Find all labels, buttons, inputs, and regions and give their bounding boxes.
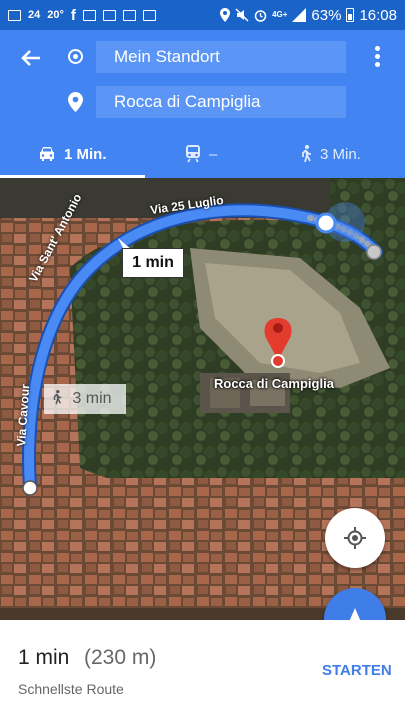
more-dot xyxy=(374,62,380,67)
car-time: 1 Min. xyxy=(64,145,107,163)
tab-car[interactable]: 1 Min. xyxy=(38,130,107,178)
gmail-icon xyxy=(82,9,96,21)
more-options-button[interactable] xyxy=(367,44,387,70)
clock: 16:08 xyxy=(359,6,397,24)
calendar-day: 24 xyxy=(28,8,41,21)
start-button[interactable]: STARTEN xyxy=(322,662,392,679)
walk-chip-label: 3 min xyxy=(72,390,112,407)
route-duration: 1 min xyxy=(18,646,70,669)
destination-pin-icon xyxy=(68,92,83,112)
back-arrow-icon xyxy=(21,50,40,66)
temperature: 20° xyxy=(47,8,64,21)
briefcase-icon xyxy=(142,9,156,21)
place-label: Rocca di Campiglia xyxy=(214,376,334,391)
origin-dot-icon xyxy=(68,49,83,64)
status-bar: 24 20° f 4G+ 63% 16:08 xyxy=(0,0,405,30)
origin-field[interactable]: Mein Standort xyxy=(96,41,346,73)
alarm-icon xyxy=(254,9,267,22)
facebook-icon: f xyxy=(70,6,76,24)
walk-icon xyxy=(53,390,62,405)
battery-icon xyxy=(346,8,355,22)
mail-icon xyxy=(8,9,21,21)
walk-icon xyxy=(302,145,311,163)
maps-screen: 24 20° f 4G+ 63% 16:08 Mein Standort Roc… xyxy=(0,0,405,720)
back-button[interactable] xyxy=(14,44,48,72)
train-icon xyxy=(186,145,200,163)
walk-time: 3 Min. xyxy=(320,145,361,163)
location-icon xyxy=(220,8,231,22)
gmail-icon xyxy=(122,9,136,21)
my-location-button[interactable] xyxy=(325,508,385,568)
more-dot xyxy=(374,46,380,51)
battery-percent: 63% xyxy=(311,6,342,24)
more-dot xyxy=(374,54,380,59)
route-end-marker xyxy=(366,244,382,260)
current-location-marker xyxy=(315,212,337,234)
route-time-chip[interactable]: 1 min xyxy=(122,248,184,278)
directions-header: Mein Standort Rocca di Campiglia 1 Min. … xyxy=(0,30,405,178)
walk-time-chip[interactable]: 3 min xyxy=(44,384,126,414)
route-start-marker xyxy=(22,480,38,496)
crosshair-icon xyxy=(344,527,366,549)
signal-icon xyxy=(292,8,307,22)
transit-time: – xyxy=(209,145,218,163)
tab-walk[interactable]: 3 Min. xyxy=(300,130,361,178)
photos-icon xyxy=(102,9,116,21)
car-icon xyxy=(40,147,54,161)
destination-field[interactable]: Rocca di Campiglia xyxy=(96,86,346,118)
route-distance: (230 m) xyxy=(84,646,157,669)
route-summary-sheet[interactable]: 1 min (230 m) Schnellste Route STARTEN xyxy=(0,620,405,720)
travel-mode-tabs: 1 Min. – 3 Min. xyxy=(0,130,405,178)
mute-icon xyxy=(235,8,249,22)
network-type: 4G+ xyxy=(272,10,288,19)
route-description: Schnellste Route xyxy=(18,681,124,697)
tab-transit[interactable]: – xyxy=(185,130,217,178)
